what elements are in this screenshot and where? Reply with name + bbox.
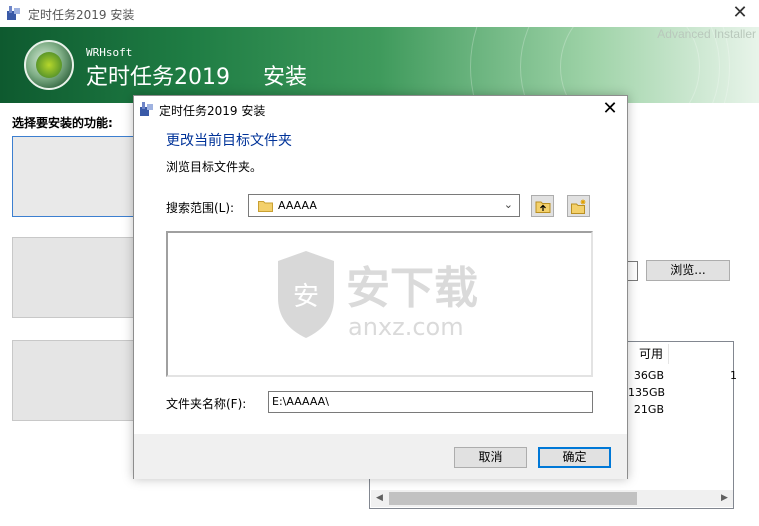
scroll-left-icon[interactable]: ◀ [371,490,388,507]
dialog-title: 定时任务2019 安装 [159,104,266,118]
folder-name-label: 文件夹名称(F): [166,397,247,411]
installer-icon [7,6,20,20]
feature-tree-item[interactable] [12,340,142,421]
banner-title: 定时任务2019 [86,65,230,90]
cancel-button[interactable]: 取消 [454,447,527,468]
installer-icon [140,102,153,116]
disk-extra-value: 1 [730,369,737,382]
feature-tree-item[interactable] [12,237,142,318]
browse-button[interactable]: 浏览... [646,260,730,281]
watermark-url: anxz.com [348,313,464,341]
window-close-icon[interactable]: ✕ [729,2,751,24]
watermark-logo: 安 安下载 anxz.com [278,251,478,341]
new-folder-icon [571,199,586,214]
folder-icon [258,201,273,212]
header-banner: WRHsoft 定时任务2019 安装 Advanced Installer [0,27,759,103]
brand-name: WRHsoft [86,46,133,59]
chevron-down-icon[interactable]: ⌄ [504,198,513,211]
search-range-label: 搜索范围(L): [166,201,235,215]
up-one-level-button[interactable] [531,195,554,217]
search-range-select[interactable]: AAAAA ⌄ [248,194,520,217]
feature-tree-item[interactable] [12,136,142,217]
search-range-value: AAAAA [278,199,317,212]
column-header-available[interactable]: 可用 [629,344,669,364]
features-heading: 选择要安装的功能: [12,116,113,130]
watermark-text: 安下载 [346,263,478,314]
folder-name-input[interactable]: E:\AAAAA\ [268,391,593,413]
ok-button[interactable]: 确定 [538,447,611,468]
banner-subtitle: 安装 [263,65,308,90]
folder-tree-view[interactable]: 安 安下载 anxz.com [166,231,593,377]
dialog-description: 浏览目标文件夹。 [166,160,263,174]
disk-available-value: 135GB [628,386,666,399]
scrollbar-thumb[interactable] [389,492,637,505]
scroll-right-icon[interactable]: ▶ [716,490,733,507]
dialog-heading: 更改当前目标文件夹 [166,133,292,149]
app-logo-icon [24,40,74,90]
disk-available-value: 21GB [633,403,664,416]
horizontal-scrollbar[interactable]: ◀ ▶ [371,490,733,507]
dialog-footer: 取消 确定 [134,434,627,479]
watermark-shield-text: 安 [293,282,319,312]
change-folder-dialog: 定时任务2019 安装 ✕ 更改当前目标文件夹 浏览目标文件夹。 搜索范围(L)… [133,95,628,479]
dialog-close-icon[interactable]: ✕ [599,98,621,120]
dialog-titlebar: 定时任务2019 安装 ✕ [134,96,627,123]
disk-available-value: 36GB [633,369,664,382]
new-folder-button[interactable] [567,195,590,217]
folder-up-icon [535,201,551,213]
window-title: 定时任务2019 安装 [28,8,135,22]
window-titlebar: 定时任务2019 安装 ✕ [0,0,759,27]
vendor-label: Advanced Installer [657,27,756,41]
column-header-next[interactable] [670,344,730,364]
